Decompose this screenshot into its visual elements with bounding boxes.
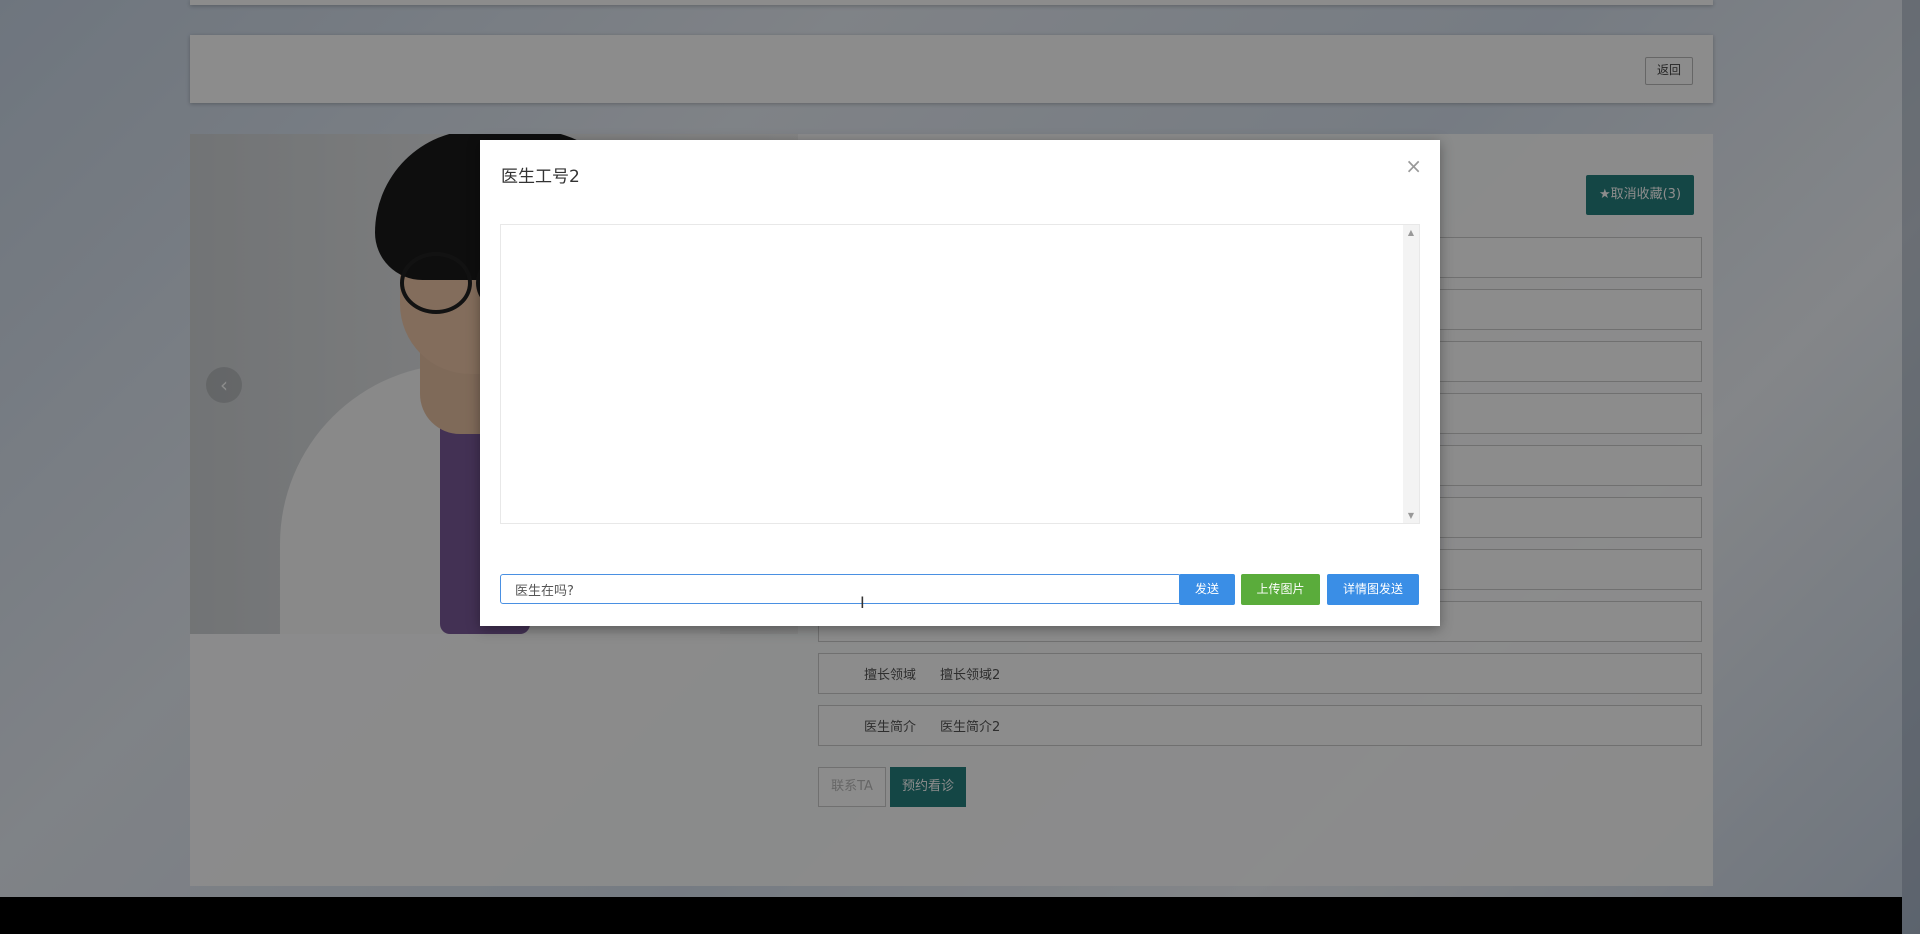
footer-bar bbox=[0, 897, 1902, 934]
scroll-up-icon[interactable]: ▲ bbox=[1403, 228, 1419, 237]
chat-dialog: 医生工号2 × ▲ ▼ 发送 上传图片 详情图发送 bbox=[480, 140, 1440, 626]
chat-scrollbar[interactable]: ▲ ▼ bbox=[1403, 225, 1419, 523]
scroll-down-icon[interactable]: ▼ bbox=[1403, 511, 1419, 520]
text-cursor-icon: I bbox=[860, 593, 865, 612]
detail-image-send-button[interactable]: 详情图发送 bbox=[1327, 574, 1419, 605]
dialog-title: 医生工号2 bbox=[501, 167, 580, 187]
chat-history[interactable]: ▲ ▼ bbox=[500, 224, 1420, 524]
message-input[interactable] bbox=[500, 574, 1181, 604]
close-icon[interactable]: × bbox=[1405, 156, 1422, 176]
page-scrollbar[interactable] bbox=[1902, 0, 1920, 934]
upload-image-button[interactable]: 上传图片 bbox=[1241, 574, 1320, 605]
send-button[interactable]: 发送 bbox=[1179, 574, 1235, 605]
